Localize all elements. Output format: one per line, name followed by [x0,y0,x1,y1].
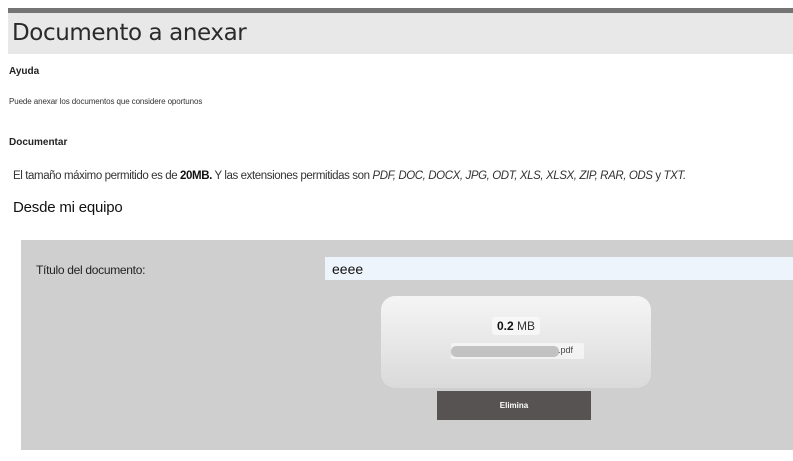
document-title-label: Título del documento: [36,263,146,277]
last-extension: TXT. [663,170,687,182]
delete-file-button[interactable]: Elimina [437,391,591,420]
page-title: Documento a anexar [12,20,247,46]
file-size: 0.2 MB [381,317,651,335]
limits-and: y [652,170,664,182]
upload-limits-text: El tamaño máximo permitido es de 20MB. Y… [13,170,686,182]
file-extension: .pdf [558,345,574,355]
document-title-input[interactable] [325,257,793,280]
help-text: Puede anexar los documentos que consider… [9,97,203,106]
file-size-box: 0.2 MB [491,317,541,335]
upload-section-heading: Desde mi equipo [13,199,123,216]
limits-prefix: El tamaño máximo permitido es de [13,170,181,182]
file-preview-card: 0.2 MB .pdf [381,296,651,388]
document-heading: Documentar [9,137,68,148]
upload-panel: Título del documento: 0.2 MB .pdf Elimin… [21,240,793,450]
max-size: 20MB. [180,170,212,182]
file-name: .pdf [451,343,584,359]
file-size-unit: MB [517,319,536,333]
page: Documento a anexar Ayuda Puede anexar lo… [0,0,793,461]
redacted-file-name [451,346,559,357]
title-bar: Documento a anexar [8,13,793,54]
help-heading: Ayuda [9,66,40,77]
allowed-extensions: PDF, DOC, DOCX, JPG, ODT, XLS, XLSX, ZIP… [372,170,653,182]
limits-middle: Y las extensiones permitidas son [211,170,373,182]
file-size-value: 0.2 [496,319,514,333]
